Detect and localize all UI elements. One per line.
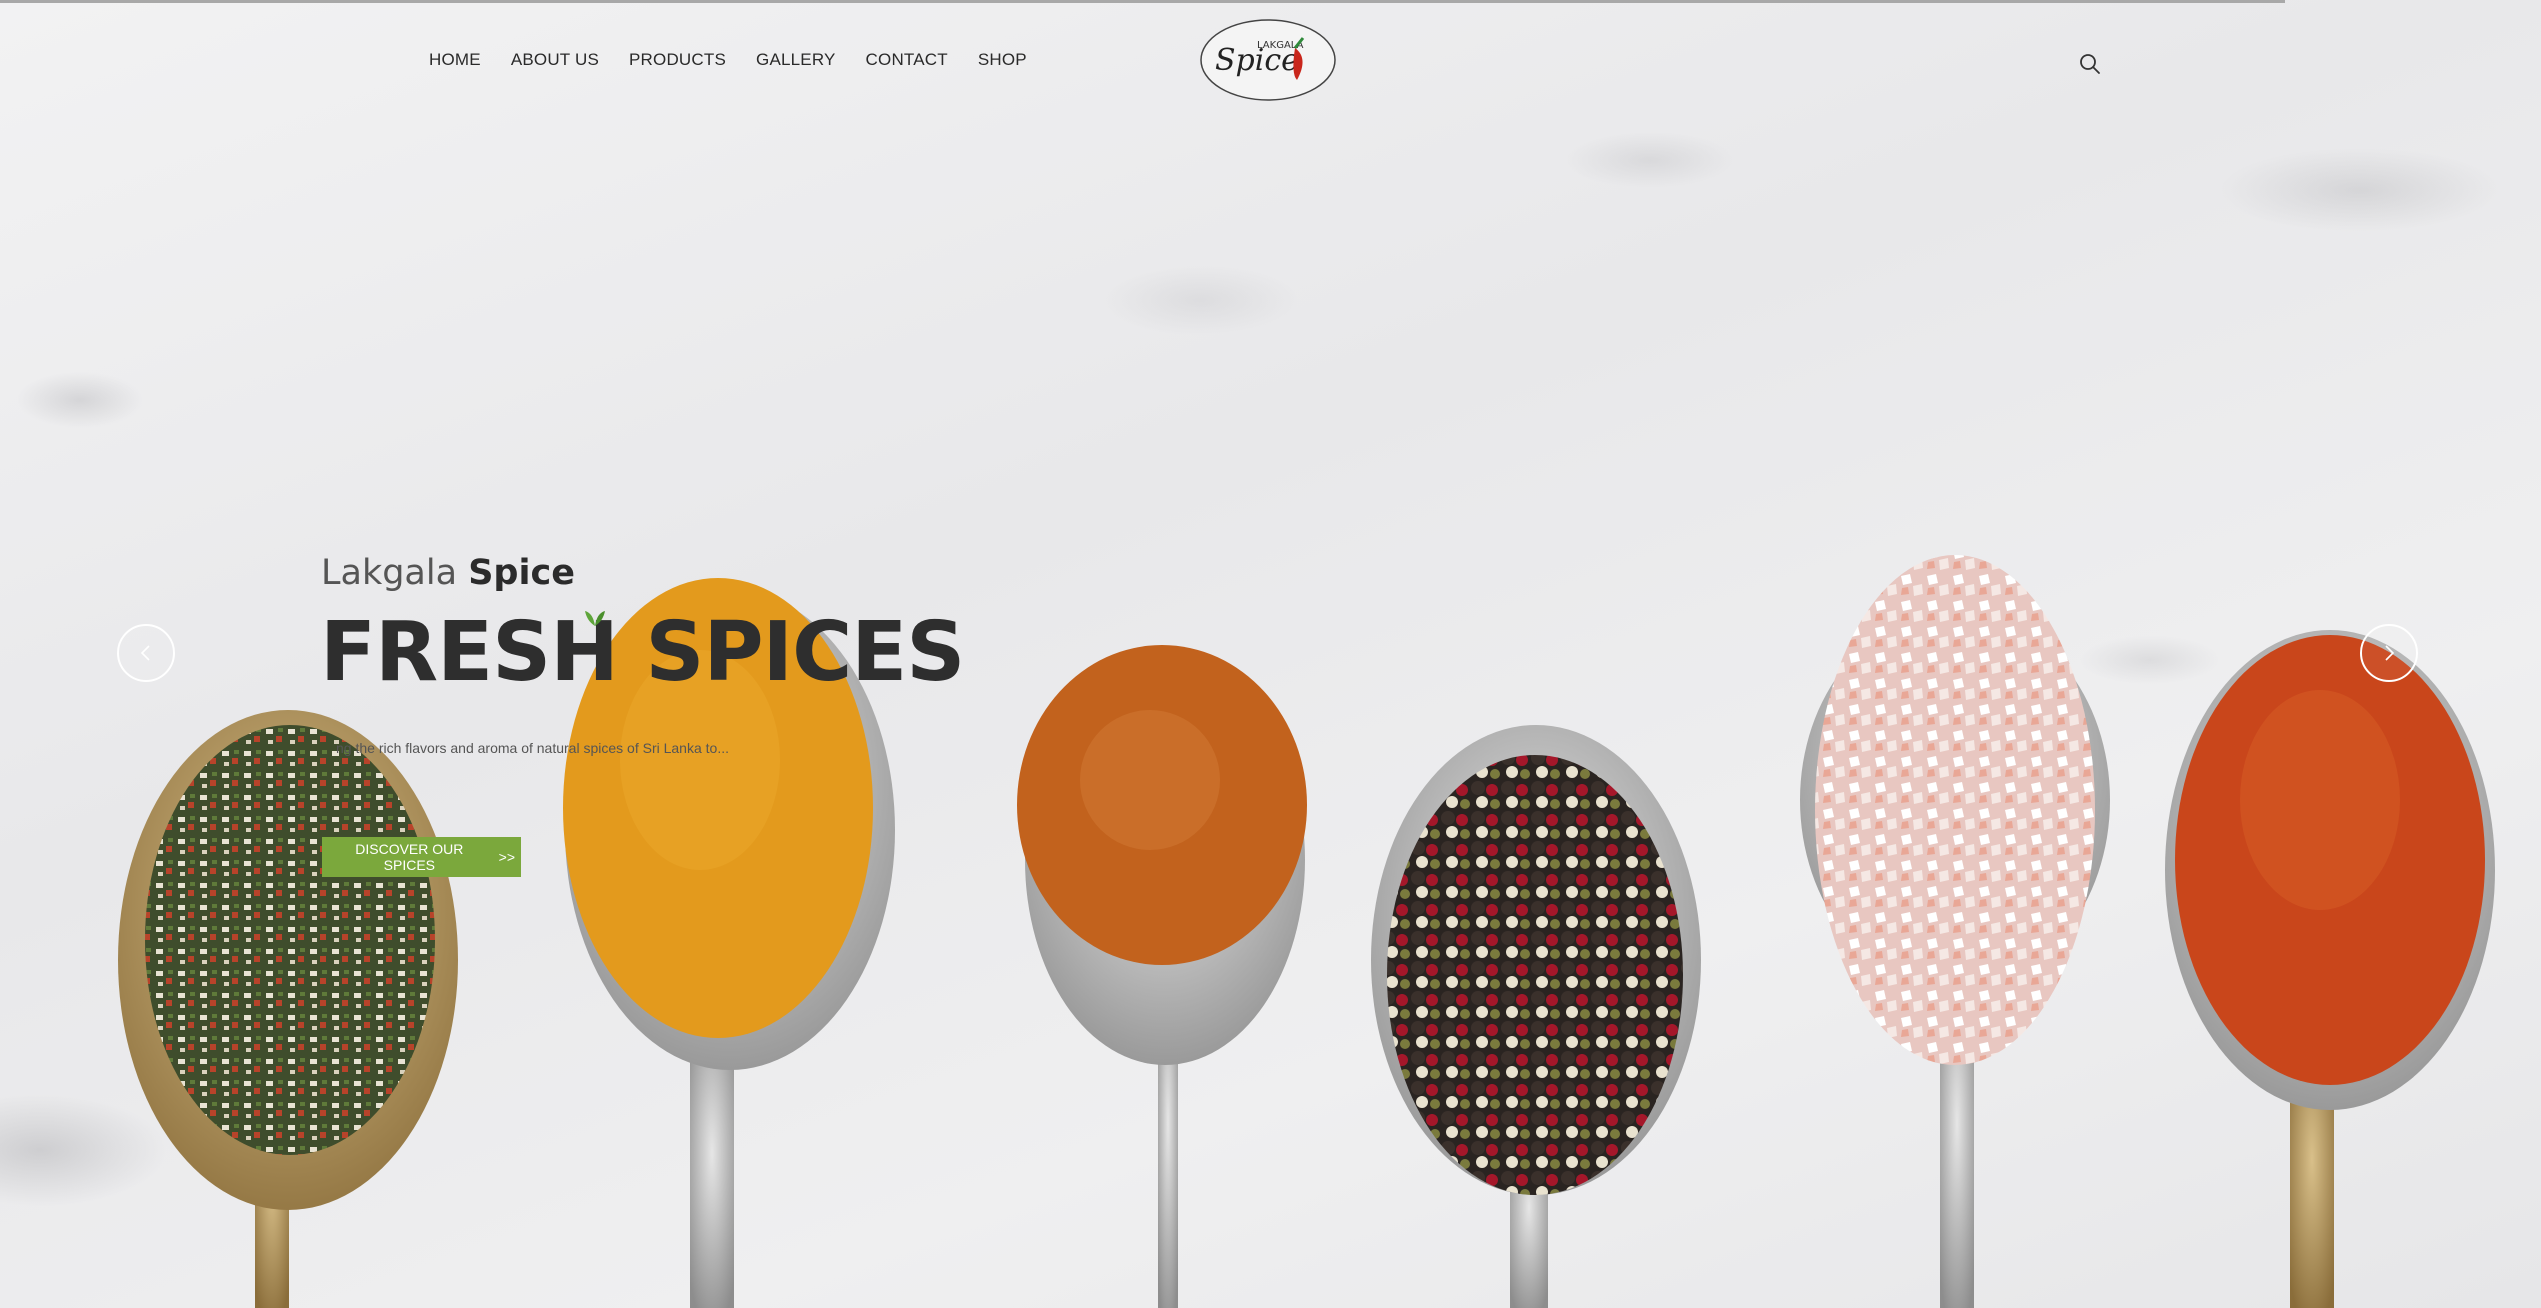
- nav-item-contact[interactable]: CONTACT: [866, 50, 948, 70]
- site-logo[interactable]: LAKGALA Spice: [1199, 18, 1337, 102]
- nav-item-shop[interactable]: SHOP: [978, 50, 1027, 70]
- hero-tagline: ng the rich flavors and aroma of natural…: [336, 740, 729, 756]
- nav-item-gallery[interactable]: GALLERY: [756, 50, 836, 70]
- svg-text:Spice: Spice: [1215, 43, 1299, 78]
- search-icon[interactable]: [2078, 52, 2102, 76]
- chevron-left-icon: [140, 645, 150, 661]
- carousel-prev-button[interactable]: [117, 624, 175, 682]
- hero-subtitle-light: Lakgala: [321, 553, 458, 593]
- double-chevron-right-icon: >>: [498, 849, 515, 865]
- chevron-right-icon: [2385, 645, 2395, 661]
- hero-subtitle: Lakgala Spice: [321, 553, 575, 593]
- nav-item-products[interactable]: PRODUCTS: [629, 50, 726, 70]
- discover-spices-button[interactable]: DISCOVER OUR SPICES >>: [322, 837, 521, 877]
- carousel-next-button[interactable]: [2360, 624, 2418, 682]
- hero-subtitle-bold: Spice: [468, 553, 575, 593]
- leaf-icon: [585, 611, 605, 626]
- hero-headline: FRESH SPICES: [320, 605, 965, 700]
- discover-spices-label: DISCOVER OUR SPICES: [355, 841, 464, 873]
- nav-item-about-us[interactable]: ABOUT US: [511, 50, 599, 70]
- nav-item-home[interactable]: HOME: [429, 50, 481, 70]
- main-nav: HOME ABOUT US PRODUCTS GALLERY CONTACT S…: [429, 50, 1057, 70]
